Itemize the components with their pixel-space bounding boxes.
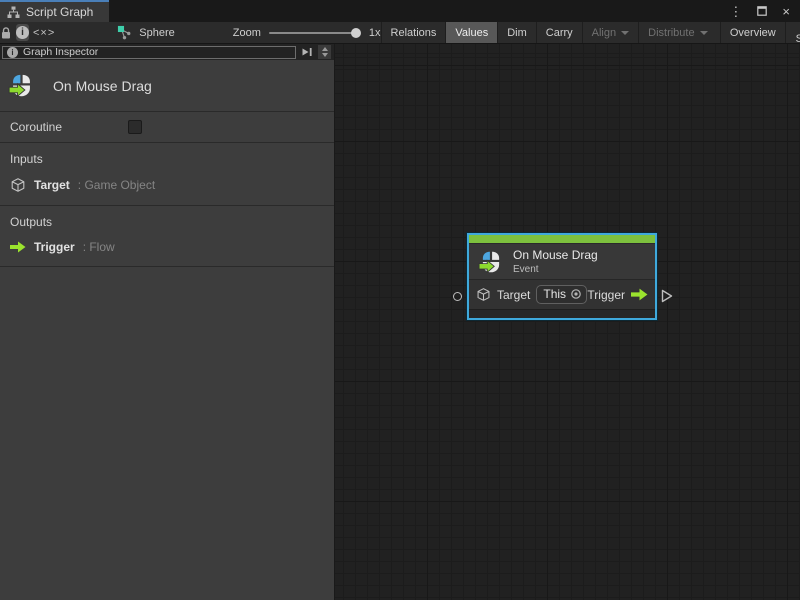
graph-tree-icon [7, 6, 20, 19]
node-footer [469, 309, 655, 318]
coroutine-label: Coroutine [10, 120, 128, 134]
node-subtitle: Event [513, 264, 598, 275]
graph-inspector-panel: Graph Inspector [0, 44, 335, 600]
node-input-label: Target [497, 288, 530, 302]
coroutine-checkbox[interactable] [128, 120, 142, 134]
toolbar-toggle-group: Relations Values Dim Carry Align Distrib… [381, 22, 800, 43]
panel-stepper [318, 45, 331, 59]
target-value: This [543, 287, 566, 301]
info-icon [16, 26, 29, 39]
menu-icon[interactable]: ⋮ [729, 5, 742, 18]
game-object-cube-icon [10, 177, 26, 193]
outputs-heading: Outputs [10, 215, 324, 229]
object-picker-icon[interactable] [570, 288, 582, 300]
unit-title: On Mouse Drag [53, 78, 152, 94]
game-object-cube-icon[interactable] [476, 287, 491, 302]
info-icon [7, 47, 18, 58]
node-color-bar [469, 235, 655, 244]
inputs-heading: Inputs [10, 152, 324, 166]
distribute-label: Distribute [648, 27, 694, 39]
zoom-control: Zoom 1x [187, 22, 381, 43]
node-output-label: Trigger [587, 288, 625, 302]
inspector-title-box[interactable]: Graph Inspector [2, 46, 296, 59]
chevron-down-icon [700, 31, 708, 35]
target-value-chip[interactable]: This [536, 285, 587, 304]
distribute-button[interactable]: Distribute [638, 22, 716, 43]
output-port-name: Trigger [34, 240, 75, 254]
graph-toolbar: <×> Sphere Zoom 1x Relations Values Dim … [0, 22, 800, 44]
inputs-section: Inputs Target : Game Object [0, 143, 334, 206]
chevron-down-icon [621, 31, 629, 35]
inspector-header: Graph Inspector [0, 44, 334, 60]
dock-panel-icon[interactable] [301, 46, 313, 58]
node-left-connection-port[interactable] [453, 292, 462, 301]
align-label: Align [592, 27, 616, 39]
mouse-drag-icon [478, 249, 504, 275]
coroutine-row: Coroutine [0, 112, 334, 143]
zoom-value: 1x [369, 27, 381, 39]
graph-owner-label: Sphere [139, 27, 174, 39]
tab-strip: Script Graph ⋮ × [0, 0, 800, 22]
input-port-row: Target : Game Object [10, 177, 324, 193]
zoom-slider-handle[interactable] [351, 28, 361, 38]
zoom-slider[interactable] [269, 22, 361, 44]
tab-label: Script Graph [26, 5, 93, 19]
lock-icon[interactable] [0, 22, 12, 43]
output-port-row: Trigger : Flow [10, 240, 324, 254]
node-input-group: Target This [476, 285, 587, 304]
zoom-slider-track[interactable] [269, 32, 355, 34]
close-icon[interactable]: × [782, 5, 790, 18]
unit-title-section: On Mouse Drag [0, 60, 334, 112]
align-button[interactable]: Align [582, 22, 638, 43]
on-mouse-drag-node[interactable]: On Mouse Drag Event Target This [467, 233, 657, 320]
view-code-icon[interactable]: <×> [33, 22, 55, 43]
inspector-toggle-button[interactable] [16, 24, 29, 41]
zoom-label: Zoom [233, 27, 261, 39]
graph-network-icon [117, 25, 132, 40]
node-header: On Mouse Drag Event [469, 244, 655, 279]
flow-arrow-icon[interactable] [631, 288, 648, 301]
outputs-section: Outputs Trigger : Flow [0, 206, 334, 267]
dim-button[interactable]: Dim [497, 22, 536, 43]
input-port-type: : Game Object [78, 178, 155, 192]
input-port-name: Target [34, 178, 70, 192]
tab-script-graph[interactable]: Script Graph [0, 0, 109, 22]
fullscreen-button[interactable]: Full Screen [785, 22, 800, 43]
overview-button[interactable]: Overview [720, 22, 785, 43]
maximize-icon[interactable] [757, 6, 767, 16]
graph-canvas[interactable]: On Mouse Drag Event Target This [335, 44, 800, 600]
inspector-title: Graph Inspector [23, 46, 98, 58]
node-titles: On Mouse Drag Event [513, 248, 598, 275]
flow-arrow-icon [10, 241, 26, 253]
stepper-down-icon[interactable] [322, 53, 328, 57]
relations-button[interactable]: Relations [381, 22, 446, 43]
window-controls: ⋮ × [729, 0, 800, 22]
mouse-drag-icon [8, 72, 35, 99]
graph-reference[interactable]: Sphere [95, 22, 186, 43]
carry-button[interactable]: Carry [536, 22, 582, 43]
node-title: On Mouse Drag [513, 248, 598, 262]
output-port-type: : Flow [83, 240, 115, 254]
values-button[interactable]: Values [445, 22, 497, 43]
node-ports-row: Target This Trigger [469, 279, 655, 309]
inspector-empty-area [0, 267, 334, 600]
node-right-connection-port[interactable] [661, 289, 673, 303]
node-output-group: Trigger [587, 288, 648, 302]
stepper-up-icon[interactable] [322, 47, 328, 51]
main-content: Graph Inspector [0, 44, 800, 600]
